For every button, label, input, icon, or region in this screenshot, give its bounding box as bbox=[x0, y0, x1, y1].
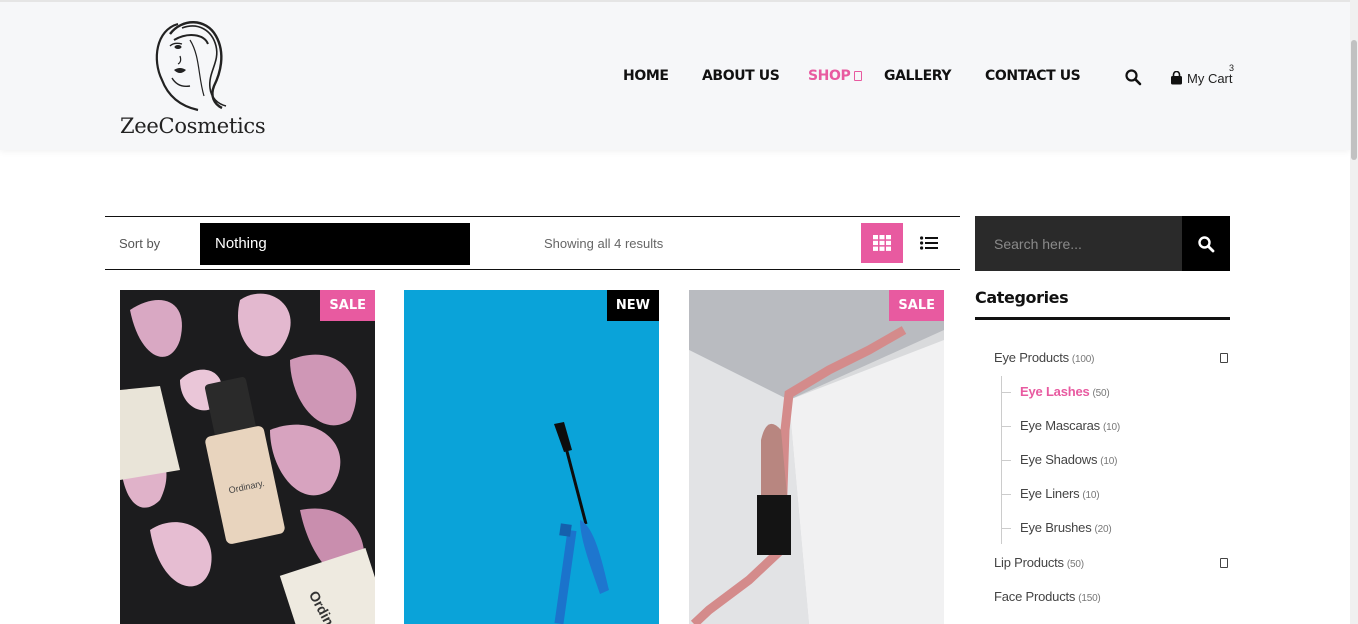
expand-eye-products-icon[interactable] bbox=[1220, 353, 1228, 363]
woman-face-logo-icon bbox=[155, 21, 227, 112]
nav-about-us[interactable]: ABOUT US bbox=[702, 68, 780, 84]
category-count: (20) bbox=[1094, 524, 1112, 535]
category-count: (10) bbox=[1102, 422, 1120, 433]
shop-toolbar: Sort by Nothing Showing all 4 results bbox=[105, 216, 960, 270]
sale-badge: SALE bbox=[320, 290, 375, 321]
category-label: Eye Lashes bbox=[1020, 384, 1090, 399]
page: ZeeCosmetics HOME ABOUT US SHOP GALLERY … bbox=[0, 0, 1358, 624]
category-count: (10) bbox=[1082, 490, 1100, 501]
mascara-product-image bbox=[404, 290, 659, 624]
categories-divider bbox=[975, 317, 1230, 320]
lipstick-product-image bbox=[689, 290, 944, 624]
category-tree-tick bbox=[1001, 460, 1011, 461]
category-label: Eye Brushes bbox=[1020, 520, 1092, 535]
expand-lip-products-icon[interactable] bbox=[1220, 558, 1228, 568]
category-tree-tick bbox=[1001, 528, 1011, 529]
category-label: Lip Products bbox=[994, 555, 1064, 570]
nav-home[interactable]: HOME bbox=[623, 68, 669, 84]
brand-logo[interactable]: ZeeCosmetics bbox=[118, 16, 268, 141]
product-card[interactable]: Ordinary. Ordinary. SALE bbox=[120, 290, 375, 624]
grid-view-icon bbox=[873, 235, 891, 251]
category-face-products[interactable]: Face Products (150) bbox=[994, 589, 1101, 604]
nav-gallery[interactable]: GALLERY bbox=[884, 68, 951, 84]
sale-badge: SALE bbox=[889, 290, 944, 321]
scrollbar-thumb[interactable] bbox=[1351, 40, 1357, 160]
nav-contact-us[interactable]: CONTACT US bbox=[985, 68, 1081, 84]
shop-dropdown-icon[interactable] bbox=[854, 71, 862, 81]
category-tree-tick bbox=[1001, 392, 1011, 393]
foundation-product-image: Ordinary. Ordinary. bbox=[120, 290, 375, 624]
category-eye-products[interactable]: Eye Products (100) bbox=[994, 350, 1094, 365]
category-count: (100) bbox=[1071, 354, 1095, 365]
sidebar-search-input[interactable] bbox=[975, 216, 1182, 271]
brand-name: ZeeCosmetics bbox=[120, 114, 266, 138]
category-lip-products[interactable]: Lip Products (50) bbox=[994, 555, 1084, 570]
category-tree-tick bbox=[1001, 494, 1011, 495]
categories-heading: Categories bbox=[975, 288, 1069, 307]
list-view-icon bbox=[920, 236, 938, 250]
category-count: (10) bbox=[1100, 456, 1118, 467]
sidebar-search-button[interactable] bbox=[1182, 216, 1230, 271]
sort-select[interactable]: Nothing bbox=[200, 223, 470, 265]
category-eye-liners[interactable]: Eye Liners (10) bbox=[1020, 486, 1100, 501]
product-card[interactable]: SALE bbox=[689, 290, 944, 624]
cart-label: My Cart bbox=[1187, 70, 1233, 86]
shopping-bag-icon bbox=[1171, 71, 1182, 85]
new-badge: NEW bbox=[606, 290, 659, 321]
category-count: (50) bbox=[1092, 388, 1110, 399]
category-count: (50) bbox=[1066, 559, 1084, 570]
cart-link[interactable]: My Cart 3 bbox=[1170, 63, 1234, 88]
category-eye-brushes[interactable]: Eye Brushes (20) bbox=[1020, 520, 1112, 535]
category-eye-lashes[interactable]: Eye Lashes (50) bbox=[1020, 384, 1110, 399]
product-card[interactable]: NEW bbox=[404, 290, 659, 624]
category-eye-shadows[interactable]: Eye Shadows (10) bbox=[1020, 452, 1117, 467]
category-label: Eye Shadows bbox=[1020, 452, 1098, 467]
list-view-button[interactable] bbox=[911, 223, 947, 263]
category-eye-mascaras[interactable]: Eye Mascaras (10) bbox=[1020, 418, 1120, 433]
category-label: Eye Mascaras bbox=[1020, 418, 1100, 433]
search-icon bbox=[1198, 235, 1215, 252]
category-label: Eye Liners bbox=[1020, 486, 1080, 501]
grid-view-button[interactable] bbox=[861, 223, 903, 263]
category-label: Face Products bbox=[994, 589, 1076, 604]
nav-shop[interactable]: SHOP bbox=[808, 68, 851, 84]
search-icon[interactable] bbox=[1124, 68, 1142, 86]
category-tree-tick bbox=[1001, 426, 1011, 427]
sort-by-label: Sort by bbox=[119, 236, 161, 251]
cart-count-badge: 3 bbox=[1229, 63, 1235, 73]
category-count: (150) bbox=[1078, 593, 1101, 604]
results-count: Showing all 4 results bbox=[544, 236, 664, 251]
site-header: ZeeCosmetics HOME ABOUT US SHOP GALLERY … bbox=[0, 0, 1350, 150]
sidebar-search bbox=[975, 216, 1230, 271]
category-label: Eye Products bbox=[994, 350, 1069, 365]
